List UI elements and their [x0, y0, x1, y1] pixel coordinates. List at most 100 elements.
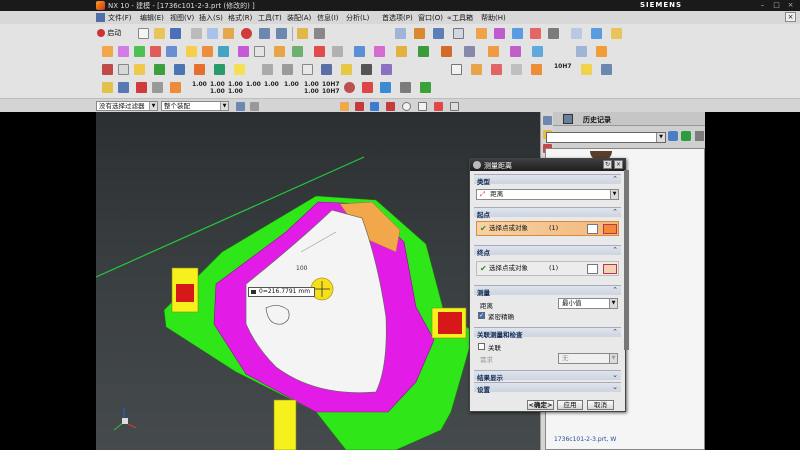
snap-icon[interactable]: [314, 28, 325, 39]
surface-icon[interactable]: [354, 46, 365, 57]
dimension-icon[interactable]: [581, 64, 592, 75]
triangle-icon[interactable]: [451, 64, 462, 75]
pmi-icon-5[interactable]: [170, 82, 181, 93]
type-filter-select[interactable]: 没有选择过滤器 ▼: [96, 101, 158, 111]
delete-face-icon[interactable]: [510, 46, 521, 57]
menu-assembly[interactable]: 装配(A): [287, 13, 311, 23]
menu-window[interactable]: 窗口(O): [418, 13, 443, 23]
gdt-icon-1[interactable]: [344, 82, 355, 93]
quadrant-icon[interactable]: [418, 102, 427, 111]
stretch-icon[interactable]: [471, 64, 482, 75]
section-associated[interactable]: 关联测量和检查 ⌃: [474, 327, 621, 339]
cone-icon[interactable]: [341, 64, 352, 75]
trim-icon[interactable]: [314, 46, 325, 57]
gdt-icon-2[interactable]: [362, 82, 373, 93]
menu-toolbox[interactable]: ∝工具箱: [447, 13, 473, 23]
pmi-icon-4[interactable]: [152, 82, 163, 93]
dialog-scrollbar[interactable]: [624, 170, 629, 350]
orient-icon[interactable]: [611, 28, 622, 39]
menu-analysis[interactable]: 分析(L): [346, 13, 369, 23]
scale-label-1[interactable]: 1.00: [192, 81, 207, 88]
mold-icon-1[interactable]: [102, 64, 113, 75]
sphere-icon[interactable]: [361, 64, 372, 75]
start-select-object[interactable]: ✔ 选择点或对象 (1): [476, 221, 619, 236]
spline-icon[interactable]: [302, 64, 313, 75]
subtract-icon[interactable]: [202, 46, 213, 57]
section-settings[interactable]: 设置 ⌄: [474, 382, 621, 394]
assembly-navigator-icon[interactable]: [543, 116, 552, 125]
navigator-home-icon[interactable]: [695, 131, 704, 141]
scale-label-8[interactable]: 10H7 10H7: [322, 81, 340, 95]
type-dropdown[interactable]: ⤢ 距离 ▼: [476, 189, 619, 200]
associative-checkbox[interactable]: [478, 343, 485, 350]
feature-icon-5[interactable]: [548, 28, 559, 39]
tube-icon[interactable]: [381, 64, 392, 75]
point-dialog-icon[interactable]: [587, 224, 598, 234]
sync-icon[interactable]: [532, 46, 543, 57]
unite-icon[interactable]: [186, 46, 197, 57]
thicken-icon[interactable]: [396, 46, 407, 57]
gdt-icon-5[interactable]: [420, 82, 431, 93]
fit-label[interactable]: 10H7: [554, 63, 572, 70]
menu-preferences[interactable]: 首选项(P): [382, 13, 413, 23]
mold-icon-3[interactable]: [134, 64, 145, 75]
mold-icon-7[interactable]: [214, 64, 225, 75]
arc-icon[interactable]: [282, 64, 293, 75]
mold-icon-5[interactable]: [174, 64, 185, 75]
view-icon[interactable]: [591, 28, 602, 39]
section-end[interactable]: 终点 ⌃: [474, 245, 621, 257]
dialog-titlebar[interactable]: 测量距离 ↻ ×: [470, 159, 625, 171]
mold-icon-2[interactable]: [118, 64, 129, 75]
menu-view[interactable]: 视图(V): [170, 13, 194, 23]
datum-icon[interactable]: [596, 46, 607, 57]
display-icon[interactable]: [453, 28, 464, 39]
save-icon[interactable]: [170, 28, 181, 39]
menu-toggle-icon[interactable]: [96, 13, 105, 22]
section-type[interactable]: 类型 ⌃: [474, 174, 621, 186]
move-face-icon[interactable]: [464, 46, 475, 57]
sketch-icon[interactable]: [297, 28, 308, 39]
copy-icon[interactable]: [207, 28, 218, 39]
scale-label-3[interactable]: 1.00 1.00: [228, 81, 243, 95]
draft-icon[interactable]: [292, 46, 303, 57]
precise-checkbox[interactable]: ✓: [478, 312, 485, 319]
cylinder-icon[interactable]: [321, 64, 332, 75]
point-on-curve-icon[interactable]: [450, 102, 459, 111]
blend-icon[interactable]: [238, 46, 249, 57]
revolve-icon[interactable]: [118, 46, 129, 57]
mold-icon-8[interactable]: [234, 64, 245, 75]
new-icon[interactable]: [138, 28, 149, 39]
close-window-button[interactable]: ×: [784, 1, 797, 10]
extrude-icon[interactable]: [102, 46, 113, 57]
nx-app-icon[interactable]: [96, 1, 105, 10]
maximize-button[interactable]: □: [770, 1, 783, 10]
wcs-icon[interactable]: [576, 46, 587, 57]
line-icon[interactable]: [262, 64, 273, 75]
delete-icon[interactable]: [241, 28, 252, 39]
properties-icon[interactable]: [571, 28, 582, 39]
gdt-icon-3[interactable]: [380, 82, 391, 93]
feature-icon-1[interactable]: [476, 28, 487, 39]
mirror-icon[interactable]: [441, 46, 452, 57]
pmi-icon-1[interactable]: [102, 82, 113, 93]
endpoint-icon[interactable]: [355, 102, 364, 111]
section-start[interactable]: 起点 ⌃: [474, 207, 621, 219]
annotation-icon[interactable]: [601, 64, 612, 75]
layer-icon[interactable]: [433, 28, 444, 39]
pattern-icon[interactable]: [418, 46, 429, 57]
scale-label-4[interactable]: 1.00: [246, 81, 261, 88]
cancel-button[interactable]: 取消: [587, 400, 614, 410]
intersection-icon[interactable]: [386, 102, 395, 111]
minimize-button[interactable]: –: [756, 1, 769, 10]
menu-insert[interactable]: 插入(S): [199, 13, 223, 23]
paste-icon[interactable]: [223, 28, 234, 39]
midpoint-icon[interactable]: [370, 102, 379, 111]
navigator-back-icon[interactable]: [668, 131, 678, 141]
feature-icon-2[interactable]: [494, 28, 505, 39]
shell-icon[interactable]: [274, 46, 285, 57]
scale-label-5[interactable]: 1.00: [264, 81, 279, 88]
inferred-point-icon[interactable]: [603, 224, 617, 234]
scope-filter-select[interactable]: 整个装配 ▼: [161, 101, 229, 111]
feature-icon-3[interactable]: [512, 28, 523, 39]
chamfer-icon[interactable]: [254, 46, 265, 57]
